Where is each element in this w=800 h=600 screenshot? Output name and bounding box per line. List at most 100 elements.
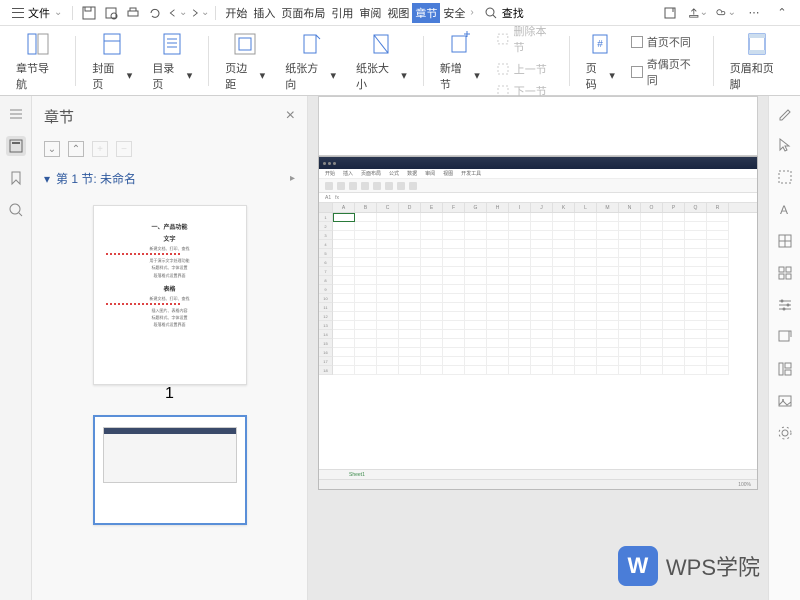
cell[interactable] [509, 258, 531, 267]
cell[interactable] [641, 240, 663, 249]
cell[interactable] [377, 213, 399, 222]
cell[interactable] [377, 366, 399, 375]
cell[interactable] [619, 357, 641, 366]
cell[interactable] [509, 321, 531, 330]
cell[interactable] [597, 339, 619, 348]
cell[interactable] [509, 366, 531, 375]
cell[interactable] [707, 339, 729, 348]
cell[interactable] [553, 276, 575, 285]
cell[interactable] [399, 285, 421, 294]
cell[interactable] [531, 339, 553, 348]
cell[interactable] [619, 267, 641, 276]
cell[interactable] [575, 294, 597, 303]
cell[interactable] [553, 357, 575, 366]
cell[interactable] [575, 339, 597, 348]
cell[interactable] [465, 222, 487, 231]
cell[interactable] [663, 294, 685, 303]
row-header[interactable]: 8 [319, 276, 333, 285]
cell[interactable] [355, 249, 377, 258]
cell[interactable] [707, 348, 729, 357]
cell[interactable] [443, 213, 465, 222]
cell[interactable] [377, 276, 399, 285]
cell[interactable] [663, 339, 685, 348]
formula-bar[interactable]: A1 fx [319, 193, 757, 203]
cell[interactable] [641, 276, 663, 285]
cell[interactable] [575, 258, 597, 267]
cell[interactable] [619, 294, 641, 303]
col-header[interactable]: C [377, 203, 399, 212]
cell[interactable] [333, 312, 355, 321]
cell[interactable] [399, 339, 421, 348]
cell[interactable] [619, 321, 641, 330]
cell[interactable] [487, 276, 509, 285]
cell[interactable] [465, 339, 487, 348]
cell[interactable] [553, 321, 575, 330]
cell[interactable] [553, 294, 575, 303]
cell[interactable] [663, 303, 685, 312]
cell[interactable] [487, 285, 509, 294]
header-footer-button[interactable]: 页眉和页脚 [722, 28, 792, 94]
row-header[interactable]: 5 [319, 249, 333, 258]
cell[interactable] [377, 330, 399, 339]
select-all-corner[interactable] [319, 203, 333, 212]
toolbar-icon[interactable] [325, 182, 333, 190]
cell[interactable] [509, 303, 531, 312]
cell[interactable] [509, 285, 531, 294]
cell[interactable] [355, 348, 377, 357]
cell[interactable] [509, 240, 531, 249]
cell[interactable] [597, 249, 619, 258]
section-row[interactable]: ▾第 1 节: 未命名 ▸ [32, 162, 307, 195]
toolbar-icon[interactable] [337, 182, 345, 190]
layout-icon[interactable] [776, 360, 794, 378]
cell[interactable] [509, 312, 531, 321]
cell[interactable] [465, 294, 487, 303]
cell[interactable] [465, 330, 487, 339]
cell[interactable] [377, 312, 399, 321]
sheet-menu-item[interactable]: 视图 [443, 170, 453, 177]
cell[interactable] [685, 339, 707, 348]
export-icon[interactable]: ⌄ [688, 3, 708, 23]
cell[interactable] [377, 231, 399, 240]
cell[interactable] [641, 213, 663, 222]
table-icon[interactable] [776, 232, 794, 250]
cell[interactable] [333, 240, 355, 249]
cell[interactable] [465, 213, 487, 222]
cell[interactable] [619, 366, 641, 375]
cell[interactable] [355, 303, 377, 312]
sheet-menu-item[interactable]: 页面布局 [361, 170, 381, 177]
cell[interactable] [553, 348, 575, 357]
cell[interactable] [553, 249, 575, 258]
tab-开始[interactable]: 开始 [222, 3, 250, 23]
tab-审阅[interactable]: 审阅 [356, 3, 384, 23]
cell[interactable] [399, 276, 421, 285]
cell[interactable] [399, 249, 421, 258]
cell[interactable] [333, 321, 355, 330]
cell[interactable] [355, 267, 377, 276]
prev-section-button[interactable]: 上一节 [492, 59, 551, 79]
row-header[interactable]: 4 [319, 240, 333, 249]
cell[interactable] [685, 240, 707, 249]
cell[interactable] [509, 267, 531, 276]
cell[interactable] [575, 348, 597, 357]
cell[interactable] [641, 303, 663, 312]
outline-icon[interactable] [6, 104, 26, 124]
cell[interactable] [465, 267, 487, 276]
cell[interactable] [443, 339, 465, 348]
tab-引用[interactable]: 引用 [328, 3, 356, 23]
cell[interactable] [333, 258, 355, 267]
cell[interactable] [531, 312, 553, 321]
margin-button[interactable]: 页边距▾ [217, 28, 273, 94]
cell[interactable] [575, 231, 597, 240]
cell[interactable] [355, 357, 377, 366]
tab-页面布局[interactable]: 页面布局 [278, 3, 328, 23]
zoom-icon[interactable] [6, 200, 26, 220]
cell[interactable] [575, 303, 597, 312]
cell[interactable] [685, 222, 707, 231]
cell[interactable] [553, 231, 575, 240]
cell[interactable] [685, 285, 707, 294]
cell[interactable] [421, 222, 443, 231]
cell[interactable] [597, 213, 619, 222]
cell[interactable] [663, 267, 685, 276]
cell[interactable] [707, 240, 729, 249]
row-header[interactable]: 18 [319, 366, 333, 375]
